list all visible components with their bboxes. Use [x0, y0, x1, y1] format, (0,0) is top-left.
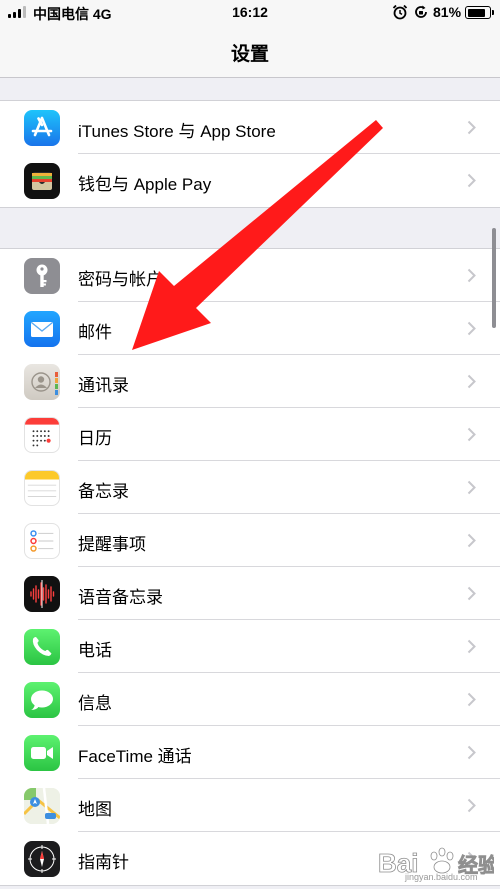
settings-row-maps[interactable]: 地图 [0, 779, 500, 832]
battery-icon [465, 6, 494, 19]
chevron-right-icon [467, 480, 476, 495]
contacts-icon [24, 364, 60, 400]
chevron-right-icon [467, 586, 476, 601]
settings-row-label: iTunes Store 与 App Store [78, 122, 276, 141]
settings-row-label: 钱包与 Apple Pay [78, 175, 212, 194]
mail-icon [24, 311, 60, 347]
page-title: 设置 [230, 44, 269, 65]
settings-row-label: 电话 [78, 641, 112, 660]
settings-row-label: 语音备忘录 [78, 588, 163, 607]
reminders-icon [24, 523, 60, 559]
settings-row-label: 备忘录 [78, 482, 129, 501]
chevron-right-icon [467, 268, 476, 283]
facetime-icon [24, 735, 60, 771]
chevron-right-icon [467, 692, 476, 707]
status-bar: 中国电信 4G 16:12 81% [0, 0, 500, 26]
key-icon [24, 258, 60, 294]
settings-row-label: 密码与帐户 [78, 270, 163, 289]
chevron-right-icon [467, 173, 476, 188]
battery-percent: 81% [433, 4, 462, 20]
chevron-right-icon [467, 533, 476, 548]
settings-row-contacts[interactable]: 通讯录 [0, 355, 500, 408]
settings-row-label: 邮件 [78, 323, 112, 342]
chevron-right-icon [467, 798, 476, 813]
settings-row-voice-memos[interactable]: 语音备忘录 [0, 567, 500, 620]
settings-row-messages[interactable]: 信息 [0, 673, 500, 726]
maps-icon [24, 788, 60, 824]
chevron-right-icon [467, 745, 476, 760]
settings-row-label: FaceTime 通话 [78, 747, 192, 766]
settings-row-mail[interactable]: 邮件 [0, 302, 500, 355]
compass-icon [24, 841, 60, 877]
chevron-right-icon [467, 427, 476, 442]
settings-row-calendar[interactable]: 日历 [0, 408, 500, 461]
chevron-right-icon [467, 321, 476, 336]
navigation-bar: 设置 [0, 26, 500, 78]
scroll-indicator [492, 228, 496, 328]
settings-row-reminders[interactable]: 提醒事项 [0, 514, 500, 567]
rotation-lock-icon [415, 5, 427, 18]
settings-group-stores: iTunes Store 与 App Store 钱包与 Apple Pay [0, 100, 500, 208]
chevron-right-icon [467, 639, 476, 654]
app-store-icon [24, 110, 60, 146]
messages-icon [24, 682, 60, 718]
calendar-icon [24, 417, 60, 453]
settings-row-label: 通讯录 [78, 376, 129, 395]
settings-row-wallet-apple-pay[interactable]: 钱包与 Apple Pay [0, 154, 500, 207]
settings-row-label: 日历 [78, 429, 112, 448]
settings-row-itunes-app-store[interactable]: iTunes Store 与 App Store [0, 101, 500, 154]
phone-icon [24, 629, 60, 665]
settings-row-notes[interactable]: 备忘录 [0, 461, 500, 514]
chevron-right-icon [467, 120, 476, 135]
settings-row-label: 提醒事项 [78, 535, 146, 554]
voice-memos-icon [24, 576, 60, 612]
settings-row-facetime[interactable]: FaceTime 通话 [0, 726, 500, 779]
wallet-icon [24, 163, 60, 199]
alarm-icon [392, 4, 408, 20]
chevron-right-icon [467, 374, 476, 389]
settings-row-label: 指南针 [78, 853, 129, 872]
settings-row-phone[interactable]: 电话 [0, 620, 500, 673]
settings-row-label: 地图 [78, 800, 112, 819]
settings-row-passwords-accounts[interactable]: 密码与帐户 [0, 249, 500, 302]
settings-row-label: 信息 [78, 694, 112, 713]
watermark-url: jingyan.baidu.com [405, 872, 478, 882]
notes-icon [24, 470, 60, 506]
settings-group-apps: 密码与帐户 邮件 通讯录 日历 备忘录 提醒事项 语音备忘录 电话 信息 Fac… [0, 248, 500, 886]
